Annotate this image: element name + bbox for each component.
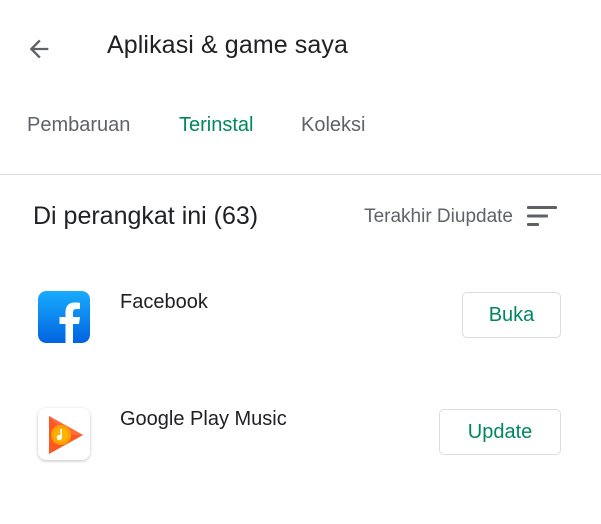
app-name: Facebook [120, 291, 208, 313]
tab-bar: Pembaruan Terinstal Koleksi [0, 96, 601, 175]
app-name: Google Play Music [120, 408, 287, 430]
page-title: Aplikasi & game saya [107, 31, 349, 59]
open-button[interactable]: Buka [462, 292, 561, 338]
sort-button[interactable]: Terakhir Diupdate [364, 206, 513, 228]
tab-terinstal[interactable]: Terinstal [179, 114, 253, 137]
back-button[interactable] [20, 30, 58, 68]
facebook-icon [38, 291, 90, 343]
tab-koleksi[interactable]: Koleksi [301, 114, 365, 137]
arrow-back-icon [29, 39, 49, 59]
tab-pembaruan[interactable]: Pembaruan [27, 114, 130, 137]
list-item-google-play-music[interactable]: Google Play Music Update [0, 408, 601, 524]
update-button[interactable]: Update [439, 409, 561, 455]
sort-icon[interactable] [527, 205, 557, 227]
app-bar: Aplikasi & game saya [0, 0, 601, 96]
list-item-facebook[interactable]: Facebook Buka [0, 291, 601, 407]
section-header: Di perangkat ini (63) Terakhir Diupdate [0, 175, 601, 255]
section-title: Di perangkat ini (63) [33, 202, 259, 230]
google-play-music-icon [38, 408, 90, 460]
